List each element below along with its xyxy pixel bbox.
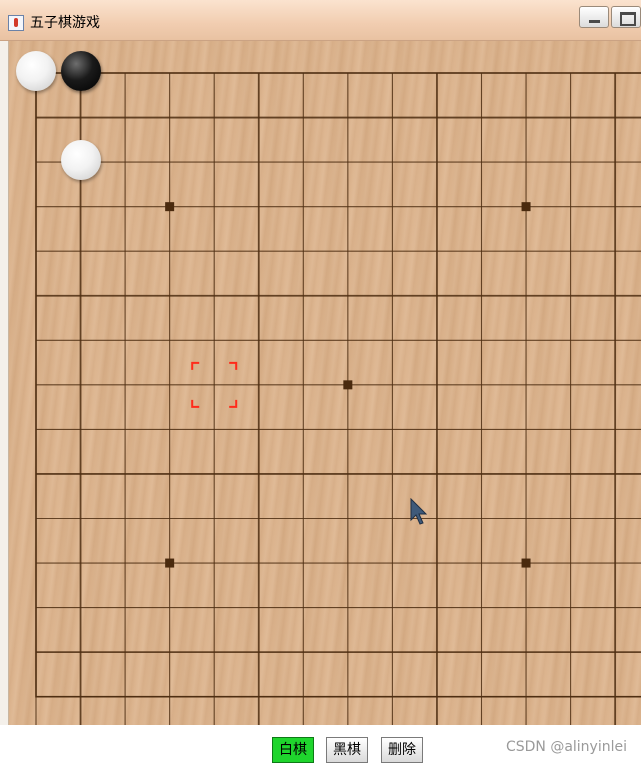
minimize-icon[interactable]: [579, 6, 609, 28]
star-point: [343, 380, 353, 390]
black-stone: [60, 51, 101, 91]
maximize-icon[interactable]: [611, 6, 641, 28]
gomoku-window: 五子棋游戏 白棋 黑棋 删除 CSDN @alinyinlei: [0, 0, 641, 765]
title-bar[interactable]: 五子棋游戏: [0, 0, 641, 41]
window-title: 五子棋游戏: [30, 15, 100, 31]
window-controls: [577, 6, 641, 28]
white-stone: [16, 51, 56, 91]
white-stone: [60, 140, 101, 181]
white-stone-button[interactable]: 白棋: [272, 737, 314, 763]
delete-button[interactable]: 删除: [381, 737, 423, 763]
star-point: [521, 558, 531, 568]
gomoku-board[interactable]: [0, 41, 641, 725]
watermark: CSDN @alinyinlei: [505, 739, 627, 755]
black-stone-button[interactable]: 黑棋: [326, 737, 368, 763]
placement-marker: [191, 361, 200, 370]
star-point: [165, 558, 175, 568]
board-grid: [35, 72, 641, 725]
placement-marker: [191, 399, 200, 408]
control-bar: 白棋 黑棋 删除 CSDN @alinyinlei: [0, 725, 641, 765]
star-point: [521, 202, 531, 212]
placement-marker: [229, 399, 238, 408]
mouse-cursor-icon: [410, 498, 428, 525]
star-point: [165, 202, 175, 212]
placement-marker: [229, 361, 238, 370]
java-cup-icon: [8, 15, 24, 31]
